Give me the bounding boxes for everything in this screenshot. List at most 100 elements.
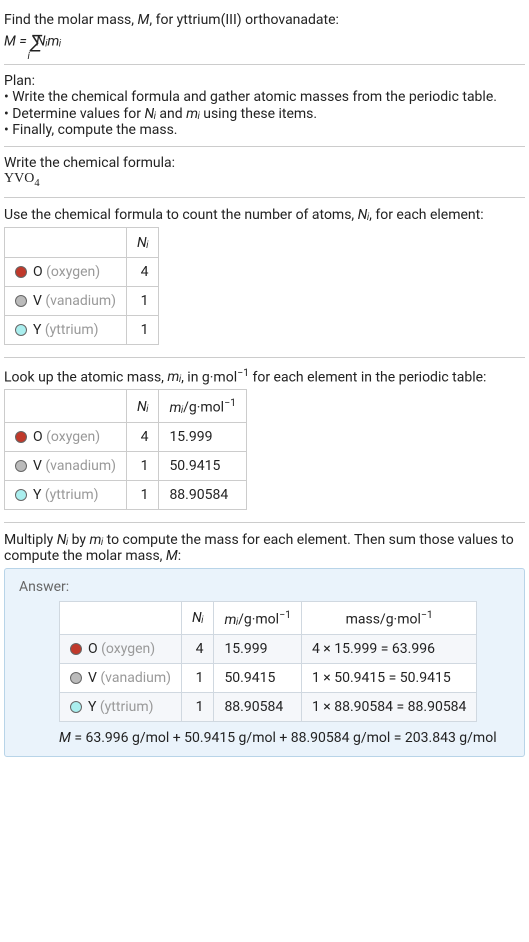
element-dot-icon xyxy=(70,643,82,655)
th-mass-unit: mass/g·mol xyxy=(346,612,421,628)
element-name: (yttrium) xyxy=(41,322,98,338)
th-mi-sup: −1 xyxy=(224,396,236,409)
mass-text-sup: −1 xyxy=(237,366,249,379)
intro-text-b: , for yttrium(III) orthovanadate: xyxy=(149,12,339,28)
n-cell: 1 xyxy=(127,286,159,315)
mass-section: Look up the atomic mass, mᵢ, in g·mol−1 … xyxy=(4,358,525,523)
final-eq-text: = 63.996 g/mol + 50.9415 g/mol + 88.9058… xyxy=(71,730,497,746)
mt-a: Multiply xyxy=(4,532,57,548)
mass-text-c: for each element in the periodic table: xyxy=(249,369,486,385)
table-row: V (vanadium) 1 xyxy=(5,286,159,315)
plan-bullet-3: • Finally, compute the mass. xyxy=(4,122,525,138)
element-cell: O (oxygen) xyxy=(5,257,127,286)
th-mass-sup: −1 xyxy=(421,608,433,621)
element-name: (yttrium) xyxy=(96,699,153,715)
table-row: O (oxygen) 4 15.999 xyxy=(5,423,247,452)
n-cell: 1 xyxy=(182,663,214,692)
table-row: O (oxygen) 4 xyxy=(5,257,159,286)
th-mi-var: mᵢ xyxy=(224,612,238,628)
element-symbol: O xyxy=(33,429,43,445)
table-row: Y (yttrium) 1 xyxy=(5,315,159,344)
final-equation: M = 63.996 g/mol + 50.9415 g/mol + 88.90… xyxy=(59,730,510,746)
table-row: Y (yttrium) 1 88.90584 1 × 88.90584 = 88… xyxy=(60,692,477,721)
th-mi: mᵢ/g·mol−1 xyxy=(159,390,247,423)
mt-b: by xyxy=(68,532,89,548)
n-cell: 4 xyxy=(182,634,214,663)
plan-b2-v1: Nᵢ xyxy=(144,106,155,122)
plan-bullet-1: • Write the chemical formula and gather … xyxy=(4,89,525,105)
element-name: (vanadium) xyxy=(97,670,171,686)
element-cell: Y (yttrium) xyxy=(5,481,127,510)
m-cell: 15.999 xyxy=(159,423,247,452)
element-symbol: O xyxy=(88,641,98,657)
count-section: Use the chemical formula to count the nu… xyxy=(4,198,525,358)
eq-sigma-sub: i xyxy=(28,51,30,62)
element-dot-icon xyxy=(70,701,82,713)
table-row: V (vanadium) 1 50.9415 xyxy=(5,452,247,481)
table-header: Nᵢ xyxy=(5,227,159,257)
element-cell: V (vanadium) xyxy=(5,286,127,315)
m-cell: 50.9415 xyxy=(159,452,247,481)
intro-text: Find the molar mass, M, for yttrium(III)… xyxy=(4,12,525,28)
intro-equation: M = ∑iNᵢmᵢ xyxy=(4,30,525,54)
count-table: Nᵢ O (oxygen) 4 V (vanadium) 1 Y (yttriu… xyxy=(4,227,159,345)
element-cell: O (oxygen) xyxy=(60,634,182,663)
element-cell: Y (yttrium) xyxy=(5,315,127,344)
mass-text-a: Look up the atomic mass, xyxy=(4,369,167,385)
mt-v2: mᵢ xyxy=(90,532,104,548)
answer-box: Answer: Nᵢ mᵢ/g·mol−1 mass/g·mol−1 O (ox… xyxy=(4,568,525,757)
m-cell: 15.999 xyxy=(214,634,302,663)
calc-cell: 1 × 88.90584 = 88.90584 xyxy=(301,692,476,721)
table-header: Nᵢ mᵢ/g·mol−1 mass/g·mol−1 xyxy=(60,602,477,635)
th-empty xyxy=(5,227,127,257)
element-name: (oxygen) xyxy=(43,429,100,445)
element-name: (oxygen) xyxy=(98,641,155,657)
multiply-text: Multiply Nᵢ by mᵢ to compute the mass fo… xyxy=(4,531,525,564)
n-cell: 1 xyxy=(127,315,159,344)
th-Ni: Nᵢ xyxy=(127,390,159,423)
count-text-var: Nᵢ xyxy=(358,207,369,223)
th-mi-sup: −1 xyxy=(279,608,291,621)
calc-cell: 1 × 50.9415 = 50.9415 xyxy=(301,663,476,692)
table-row: V (vanadium) 1 50.9415 1 × 50.9415 = 50.… xyxy=(60,663,477,692)
calc-cell: 4 × 15.999 = 63.996 xyxy=(301,634,476,663)
plan-title: Plan: xyxy=(4,73,525,89)
mass-text: Look up the atomic mass, mᵢ, in g·mol−1 … xyxy=(4,366,525,386)
count-text-a: Use the chemical formula to count the nu… xyxy=(4,207,358,223)
element-symbol: O xyxy=(33,264,43,280)
element-dot-icon xyxy=(15,295,27,307)
plan-b2-c: using these items. xyxy=(200,106,317,122)
th-empty xyxy=(60,602,182,635)
formula-sub: 4 xyxy=(34,178,39,189)
element-dot-icon xyxy=(15,431,27,443)
th-Ni: Nᵢ xyxy=(182,602,214,635)
plan-b2-b: and xyxy=(156,106,186,122)
mass-table: Nᵢ mᵢ/g·mol−1 O (oxygen) 4 15.999 V (van… xyxy=(4,389,247,510)
table-row: O (oxygen) 4 15.999 4 × 15.999 = 63.996 xyxy=(60,634,477,663)
m-cell: 50.9415 xyxy=(214,663,302,692)
n-cell: 1 xyxy=(182,692,214,721)
element-dot-icon xyxy=(15,324,27,336)
element-dot-icon xyxy=(15,489,27,501)
element-name: (oxygen) xyxy=(43,264,100,280)
th-mi-unit: /g·mol xyxy=(183,400,224,416)
n-cell: 1 xyxy=(127,452,159,481)
intro-section: Find the molar mass, M, for yttrium(III)… xyxy=(4,4,525,65)
element-name: (vanadium) xyxy=(42,293,116,309)
th-mi-unit: /g·mol xyxy=(238,612,279,628)
eq-rhs: Nᵢmᵢ xyxy=(36,34,61,50)
element-cell: V (vanadium) xyxy=(5,452,127,481)
eq-lhs: M xyxy=(4,34,16,50)
mass-text-var: mᵢ xyxy=(167,369,181,385)
mt-d: : xyxy=(178,548,181,564)
chemical-formula-section: Write the chemical formula: YVO4 xyxy=(4,147,525,198)
m-cell: 88.90584 xyxy=(214,692,302,721)
n-cell: 4 xyxy=(127,423,159,452)
element-cell: Y (yttrium) xyxy=(60,692,182,721)
element-symbol: V xyxy=(33,293,42,309)
element-name: (yttrium) xyxy=(41,487,98,503)
formula-base: YVO xyxy=(4,171,34,186)
table-header: Nᵢ mᵢ/g·mol−1 xyxy=(5,390,247,423)
element-cell: V (vanadium) xyxy=(60,663,182,692)
plan-b2-v2: mᵢ xyxy=(186,106,200,122)
